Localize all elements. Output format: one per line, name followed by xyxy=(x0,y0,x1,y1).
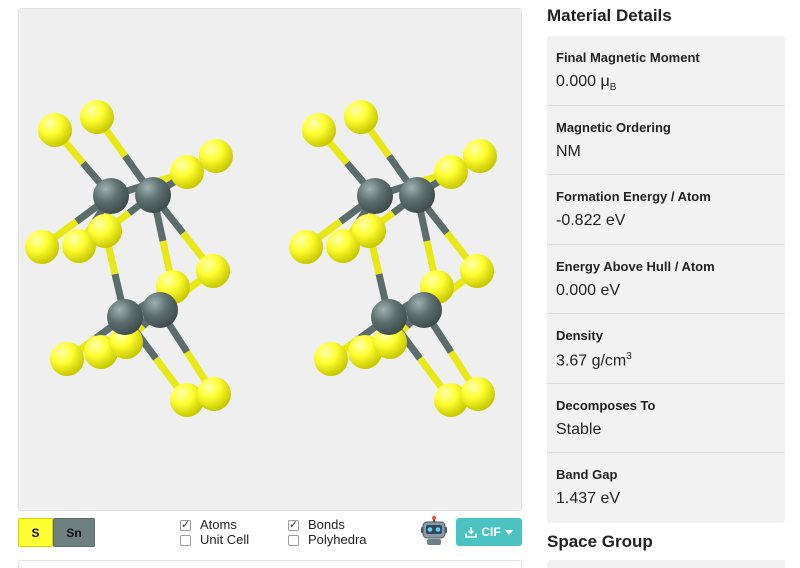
atom-sn xyxy=(406,292,442,328)
atom-s xyxy=(197,377,231,411)
polyhedra-checkbox[interactable] xyxy=(288,534,299,546)
space-group-panel xyxy=(547,560,785,568)
detail-value: Stable xyxy=(556,420,602,438)
structure-image-1 xyxy=(25,100,233,417)
atom-sn xyxy=(107,299,143,335)
unit-cell-toggle[interactable]: Unit Cell xyxy=(180,533,249,547)
unit-cell-checkbox[interactable] xyxy=(180,534,191,546)
detail-label: Density xyxy=(556,328,603,343)
atom-sn xyxy=(399,177,435,213)
atom-sn xyxy=(142,292,178,328)
atom-s xyxy=(289,230,323,264)
detail-value: 1.437 eV xyxy=(556,490,621,507)
structure-viewer[interactable] xyxy=(18,8,522,511)
detail-value: NM xyxy=(556,142,581,160)
atom-s xyxy=(25,230,59,264)
atom-s xyxy=(170,155,204,189)
detail-row-decomposes-to: Decomposes To Stable xyxy=(547,384,785,453)
atom-sn xyxy=(93,178,129,214)
atom-s xyxy=(434,155,468,189)
atom-s xyxy=(461,377,495,411)
element-legend-s[interactable]: S xyxy=(18,518,53,547)
atom-s xyxy=(196,254,230,288)
bonds-toggle[interactable]: Bonds xyxy=(288,518,345,532)
atom-s xyxy=(199,139,233,173)
atom-s xyxy=(344,100,378,134)
detail-label: Formation Energy / Atom xyxy=(556,189,711,204)
viewer-toolbar: S Sn Atoms Unit Cell Bonds Polyhedra xyxy=(18,516,522,550)
atom-s xyxy=(463,139,497,173)
detail-value: 3.67 g/cm3 xyxy=(556,351,632,370)
detail-row-formation-energy: Formation Energy / Atom -0.822 eV xyxy=(547,175,785,245)
bonds-label: Bonds xyxy=(308,517,345,532)
lower-panel xyxy=(18,560,522,568)
detail-value: -0.822 eV xyxy=(556,212,626,229)
detail-label: Magnetic Ordering xyxy=(556,119,671,135)
atom-s xyxy=(88,214,122,248)
structure-image-2 xyxy=(289,100,497,417)
space-group-title: Space Group xyxy=(547,532,653,551)
atom-s xyxy=(80,100,114,134)
unit-cell-label: Unit Cell xyxy=(200,532,250,547)
atom-sn xyxy=(371,299,407,335)
detail-value: 0.000 eV xyxy=(556,281,621,299)
detail-row-energy-above-hull: Energy Above Hull / Atom 0.000 eV xyxy=(547,245,785,314)
atom-sn xyxy=(357,178,393,214)
atoms-checkbox[interactable] xyxy=(180,518,191,532)
atom-s xyxy=(460,254,494,288)
page: S Sn Atoms Unit Cell Bonds Polyhedra xyxy=(0,0,800,568)
atom-s xyxy=(38,113,72,147)
atom-s xyxy=(314,342,348,376)
download-icon xyxy=(465,526,478,538)
download-cif-label: CIF xyxy=(481,525,501,539)
detail-label: Band Gap xyxy=(556,467,618,482)
detail-row-magnetic-ordering: Magnetic Ordering NM xyxy=(547,106,785,175)
detail-label: Energy Above Hull / Atom xyxy=(556,258,715,274)
detail-label: Decomposes To xyxy=(556,397,656,413)
atom-s xyxy=(50,342,84,376)
atom-s xyxy=(352,214,386,248)
element-legend-sn[interactable]: Sn xyxy=(53,518,95,547)
atoms-label: Atoms xyxy=(200,517,237,532)
detail-row-density: Density 3.67 g/cm3 xyxy=(547,314,785,384)
atom-s xyxy=(302,113,336,147)
polyhedra-label: Polyhedra xyxy=(308,532,367,547)
detail-row-magnetic-moment: Final Magnetic Moment 0.000 μB xyxy=(547,36,785,106)
download-cif-button[interactable]: CIF xyxy=(456,518,522,546)
atoms-toggle[interactable]: Atoms xyxy=(180,518,237,532)
bonds-checkbox[interactable] xyxy=(288,518,299,532)
crystal-structure[interactable] xyxy=(19,9,522,511)
detail-row-band-gap: Band Gap 1.437 eV xyxy=(547,453,785,523)
detail-label: Final Magnetic Moment xyxy=(556,50,700,65)
material-details-list: Final Magnetic Moment 0.000 μB Magnetic … xyxy=(547,36,785,523)
atom-sn xyxy=(135,177,171,213)
robot-icon[interactable] xyxy=(420,516,448,546)
material-details-title: Material Details xyxy=(547,6,672,25)
polyhedra-toggle[interactable]: Polyhedra xyxy=(288,533,367,547)
detail-value: 0.000 μB xyxy=(556,73,617,94)
chevron-down-icon xyxy=(504,529,513,535)
